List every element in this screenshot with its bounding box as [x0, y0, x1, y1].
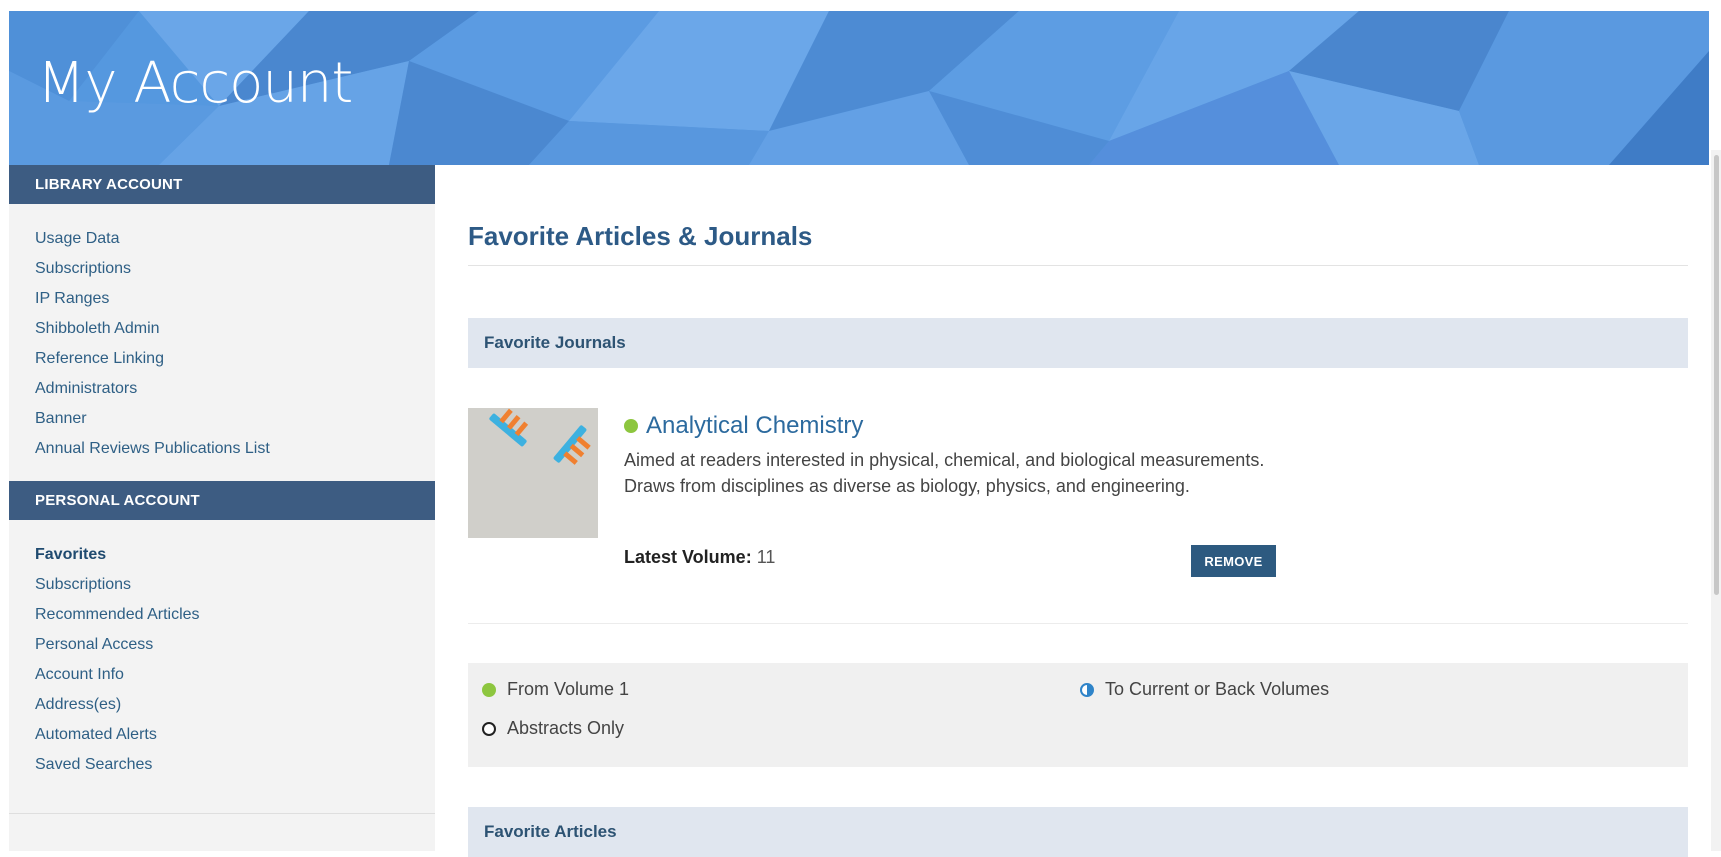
journal-cover-image[interactable] [468, 408, 598, 538]
sidebar-item-shibboleth-admin[interactable]: Shibboleth Admin [35, 314, 435, 344]
sidebar-item-personal-subscriptions[interactable]: Subscriptions [35, 570, 435, 600]
scrollbar-thumb[interactable] [1714, 155, 1719, 595]
latest-volume-value: 11 [756, 547, 776, 567]
journal-title-link[interactable]: Analytical Chemistry [624, 410, 863, 442]
sidebar-item-publications-list[interactable]: Annual Reviews Publications List [35, 434, 435, 464]
favorite-journals-header: Favorite Journals [468, 318, 1688, 368]
latest-volume: Latest Volume: 11 [624, 547, 775, 568]
access-legend: From Volume 1 To Current or Back Volumes… [468, 663, 1688, 767]
full-access-icon [482, 682, 496, 697]
sidebar-item-banner[interactable]: Banner [35, 404, 435, 434]
favorite-articles-heading: Favorite Articles [484, 822, 617, 841]
sidebar-item-addresses[interactable]: Address(es) [35, 690, 435, 720]
sidebar-item-account-info[interactable]: Account Info [35, 660, 435, 690]
header-banner: My Account [9, 11, 1709, 165]
legend-partial-access-label: To Current or Back Volumes [1105, 679, 1330, 699]
library-account-heading: LIBRARY ACCOUNT [9, 165, 435, 204]
sidebar-item-automated-alerts[interactable]: Automated Alerts [35, 720, 435, 750]
page-header-title: My Account [37, 51, 353, 116]
sidebar-item-reference-linking[interactable]: Reference Linking [35, 344, 435, 374]
sidebar-item-usage-data[interactable]: Usage Data [35, 224, 435, 254]
remove-button[interactable]: REMOVE [1191, 545, 1276, 577]
abstracts-only-icon [482, 721, 496, 736]
molecule-icon [489, 408, 591, 465]
latest-volume-label: Latest Volume: [624, 547, 752, 567]
legend-full-access-label: From Volume 1 [507, 679, 630, 699]
legend-abstracts-only: Abstracts Only [482, 718, 624, 739]
favorite-articles-header: Favorite Articles [468, 807, 1688, 857]
page-title: Favorite Articles & Journals [468, 221, 813, 251]
sidebar-item-administrators[interactable]: Administrators [35, 374, 435, 404]
partial-access-icon [1080, 682, 1094, 697]
sidebar-item-library-subscriptions[interactable]: Subscriptions [35, 254, 435, 284]
sidebar-item-recommended-articles[interactable]: Recommended Articles [35, 600, 435, 630]
full-access-icon [624, 419, 638, 433]
page: My Account LIBRARY ACCOUNT Usage Data Su… [0, 0, 1721, 857]
library-account-menu: Usage Data Subscriptions IP Ranges Shibb… [9, 204, 435, 481]
sidebar: LIBRARY ACCOUNT Usage Data Subscriptions… [9, 165, 435, 851]
title-divider [468, 265, 1688, 266]
favorite-journals-heading: Favorite Journals [484, 333, 626, 352]
personal-account-heading: PERSONAL ACCOUNT [9, 481, 435, 520]
legend-full-access: From Volume 1 [482, 679, 629, 700]
journal-divider [468, 623, 1688, 624]
personal-account-menu: Favorites Subscriptions Recommended Arti… [9, 520, 435, 797]
sidebar-item-favorites[interactable]: Favorites [35, 540, 435, 570]
journal-description: Aimed at readers interested in physical,… [624, 450, 1265, 496]
sidebar-item-saved-searches[interactable]: Saved Searches [35, 750, 435, 780]
sidebar-divider [9, 813, 435, 814]
sidebar-item-personal-access[interactable]: Personal Access [35, 630, 435, 660]
legend-abstracts-only-label: Abstracts Only [507, 718, 625, 738]
legend-partial-access: To Current or Back Volumes [1080, 679, 1329, 700]
journal-name: Analytical Chemistry [646, 412, 864, 439]
sidebar-item-ip-ranges[interactable]: IP Ranges [35, 284, 435, 314]
